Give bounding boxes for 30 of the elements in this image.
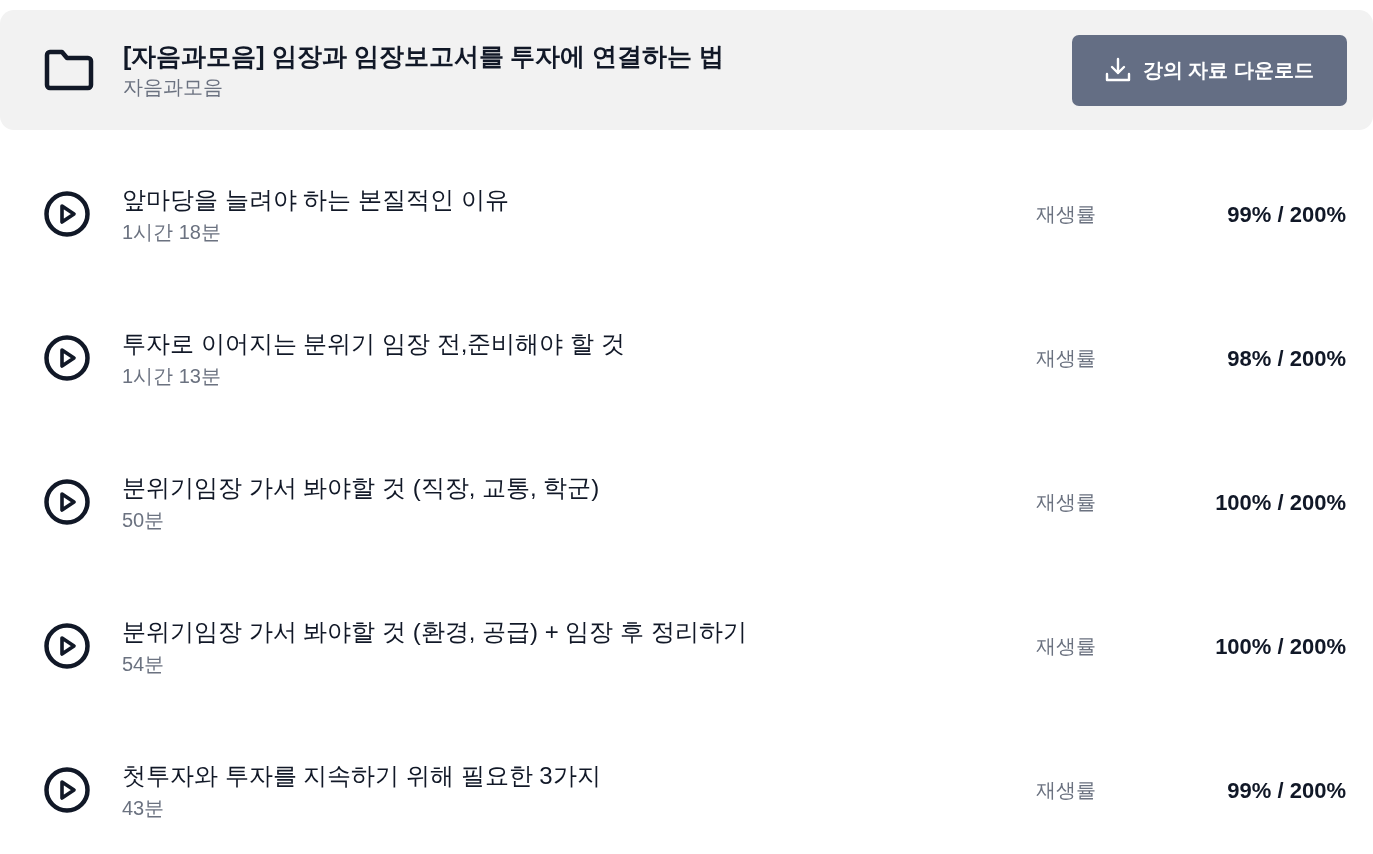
course-subtitle: 자음과모음 <box>123 75 224 100</box>
folder-icon <box>44 49 94 91</box>
progress-label: 재생률 <box>1036 778 1097 803</box>
progress-value: 98% / 200% <box>1226 344 1346 373</box>
download-button[interactable]: 강의 자료 다운로드 <box>1072 34 1347 106</box>
play-icon[interactable] <box>44 623 90 669</box>
lesson-title[interactable]: 분위기임장 가서 봐야할 것 (환경, 공급) + 임장 후 정리하기 <box>122 614 1036 650</box>
progress-value: 100% / 200% <box>1214 488 1346 517</box>
lesson-title[interactable]: 분위기임장 가서 봐야할 것 (직장, 교통, 학군) <box>122 470 1036 506</box>
play-icon[interactable] <box>44 479 90 525</box>
lesson-duration: 43분 <box>122 796 166 821</box>
progress-value: 99% / 200% <box>1226 776 1346 805</box>
lesson-duration: 50분 <box>122 508 166 533</box>
progress-label: 재생률 <box>1036 490 1097 515</box>
progress-label: 재생률 <box>1036 346 1097 371</box>
progress-label: 재생률 <box>1036 634 1097 659</box>
progress-value: 100% / 200% <box>1214 632 1346 661</box>
lesson-duration: 1시간 18분 <box>122 220 222 245</box>
progress-label: 재생률 <box>1036 202 1097 227</box>
lesson-title[interactable]: 앞마당을 늘려야 하는 본질적인 이유 <box>122 182 1036 218</box>
lesson-title[interactable]: 첫투자와 투자를 지속하기 위해 필요한 3가지 <box>122 758 1036 794</box>
lesson-duration: 1시간 13분 <box>122 364 222 389</box>
lesson-title[interactable]: 투자로 이어지는 분위기 임장 전,준비해야 할 것 <box>122 326 1036 362</box>
course-title: [자음과모음] 임장과 임장보고서를 투자에 연결하는 법 <box>123 41 726 72</box>
download-icon <box>1104 57 1131 83</box>
lesson-duration: 54분 <box>122 652 166 677</box>
play-icon[interactable] <box>44 191 90 237</box>
play-icon[interactable] <box>44 767 90 813</box>
play-icon[interactable] <box>44 335 90 381</box>
progress-value: 99% / 200% <box>1226 200 1346 229</box>
